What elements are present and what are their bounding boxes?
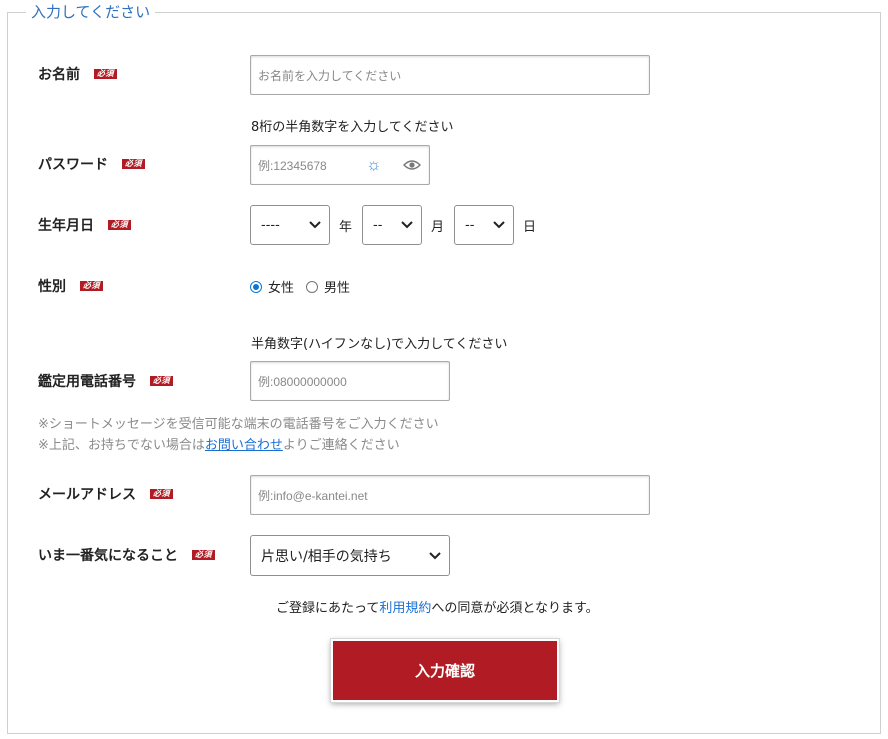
email-label: メールアドレス 必須 xyxy=(38,483,173,505)
required-badge: 必須 xyxy=(108,220,131,230)
phone-input[interactable]: 例:08000000000 xyxy=(250,361,450,401)
concern-value: 片思い/相手の気持ち xyxy=(261,548,392,565)
show-password-eye-icon[interactable] xyxy=(403,159,421,171)
birthday-label: 生年月日 必須 xyxy=(38,214,131,236)
email-label-text: メールアドレス xyxy=(38,487,136,503)
name-label: お名前 必須 xyxy=(38,63,117,85)
terms-link[interactable]: 利用規約 xyxy=(379,601,431,616)
gender-male-label[interactable]: 男性 xyxy=(324,277,350,296)
name-label-text: お名前 xyxy=(38,67,80,83)
gender-female-radio[interactable] xyxy=(250,280,262,293)
phone-placeholder: 例:08000000000 xyxy=(258,374,347,389)
name-input[interactable]: お名前を入力してください xyxy=(250,55,650,95)
chevron-down-icon xyxy=(429,551,441,559)
password-label: パスワード 必須 xyxy=(38,153,145,175)
confirm-button[interactable]: 入力確認 xyxy=(330,638,560,703)
required-badge: 必須 xyxy=(150,376,173,386)
birth-year-select[interactable]: ---- xyxy=(250,205,330,245)
email-placeholder: 例:info@e-kantei.net xyxy=(258,488,368,503)
gender-male-radio[interactable] xyxy=(306,280,319,293)
phone-label: 鑑定用電話番号 必須 xyxy=(38,370,173,392)
chevron-down-icon xyxy=(493,221,505,229)
gender-label-text: 性別 xyxy=(38,279,66,295)
concern-select[interactable]: 片思い/相手の気持ち xyxy=(250,535,450,576)
day-unit: 日 xyxy=(523,220,537,235)
gender-female-label[interactable]: 女性 xyxy=(268,277,294,296)
password-manager-icon[interactable]: ☼ xyxy=(366,155,382,175)
name-placeholder: お名前を入力してください xyxy=(258,68,402,83)
month-unit: 月 xyxy=(431,220,445,235)
phone-label-text: 鑑定用電話番号 xyxy=(38,374,136,390)
terms-prefix: ご登録にあたって xyxy=(276,601,380,616)
year-unit: 年 xyxy=(339,220,353,235)
required-badge: 必須 xyxy=(192,550,215,560)
phone-note-2-suffix: よりご連絡ください xyxy=(282,438,400,453)
concern-label-text: いま一番気になること xyxy=(38,548,178,564)
password-placeholder: 例:12345678 xyxy=(258,158,327,173)
confirm-button-label: 入力確認 xyxy=(414,662,475,680)
password-input[interactable]: 例:12345678 ☼ xyxy=(250,145,430,185)
phone-note-2-prefix: ※上記、お持ちでない場合は xyxy=(38,438,205,453)
chevron-down-icon xyxy=(309,221,321,229)
password-label-text: パスワード xyxy=(38,157,108,173)
birth-year-value: ---- xyxy=(261,217,280,233)
phone-note-1: ※ショートメッセージを受信可能な端末の電話番号をご入力ください xyxy=(38,417,439,432)
terms-text: ご登録にあたって利用規約への同意が必須となります。 xyxy=(276,597,599,616)
required-badge: 必須 xyxy=(150,489,173,499)
gender-label: 性別 必須 xyxy=(38,275,103,297)
required-badge: 必須 xyxy=(122,159,145,169)
birth-month-select[interactable]: -- xyxy=(362,205,422,245)
password-hint: 8桁の半角数字を入力してください xyxy=(251,120,454,135)
concern-label: いま一番気になること 必須 xyxy=(38,544,215,566)
phone-hint: 半角数字(ハイフンなし)で入力してください xyxy=(251,337,508,352)
email-input[interactable]: 例:info@e-kantei.net xyxy=(250,475,650,515)
phone-note-2: ※上記、お持ちでない場合はお問い合わせよりご連絡ください xyxy=(38,434,400,453)
birthday-label-text: 生年月日 xyxy=(38,218,94,234)
birth-day-value: -- xyxy=(465,217,475,233)
birth-month-value: -- xyxy=(373,217,383,233)
form-legend: 入力してください xyxy=(26,1,156,23)
required-badge: 必須 xyxy=(94,69,117,79)
required-badge: 必須 xyxy=(80,281,103,291)
chevron-down-icon xyxy=(401,221,413,229)
gender-radio-group: 女性 男性 xyxy=(250,277,350,296)
terms-suffix: への同意が必須となります。 xyxy=(431,601,599,616)
contact-link[interactable]: お問い合わせ xyxy=(205,438,283,453)
birth-day-select[interactable]: -- xyxy=(454,205,514,245)
